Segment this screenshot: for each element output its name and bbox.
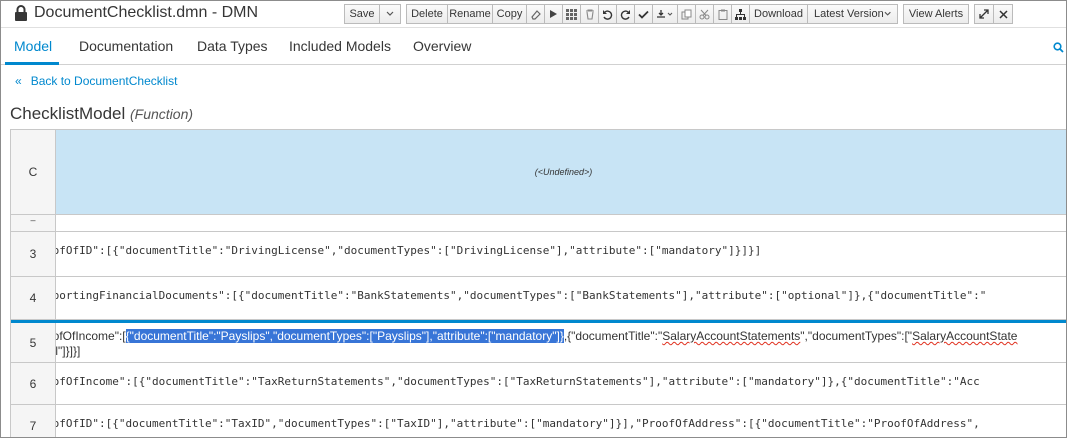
row-expression-editor[interactable]: roofOfIncome":[{"documentTitle":"Payslip… — [56, 323, 1066, 362]
window-title: DocumentChecklist.dmn - DMN — [14, 4, 258, 22]
tab-included-models[interactable]: Included Models — [289, 38, 391, 54]
download-button[interactable]: Download — [749, 4, 808, 24]
download-icon — [657, 10, 673, 18]
undo-button[interactable] — [598, 4, 617, 24]
copy-icon-button[interactable] — [677, 4, 696, 24]
row-text-suffix-a: ,{"documentTitle":" — [563, 329, 663, 343]
window-title-text: DocumentChecklist.dmn - DMN — [34, 4, 259, 21]
function-kind: (Function) — [130, 106, 194, 122]
row-text: oofOfID":[{"documentTitle":"TaxID","docu… — [56, 417, 980, 430]
clipboard-icon — [718, 9, 727, 20]
search-icon[interactable] — [1053, 40, 1064, 58]
sitemap-icon — [735, 8, 746, 20]
grid-icon — [566, 8, 577, 20]
copy-icon — [681, 9, 692, 19]
tab-data-types[interactable]: Data Types — [197, 38, 268, 54]
grid-header-column[interactable]: C — [11, 129, 56, 215]
trash-button[interactable] — [580, 4, 599, 24]
row-text: oofOfIncome":[{"documentTitle":"TaxRetur… — [56, 375, 980, 388]
table-row[interactable]: 4 pportingFinancialDocuments":[{"documen… — [11, 277, 1066, 320]
scissors-icon — [699, 9, 710, 19]
back-link-text: Back to DocumentChecklist — [30, 74, 178, 88]
run-button[interactable] — [544, 4, 563, 24]
eraser-button[interactable] — [526, 4, 545, 24]
toolbar: Save Delete Rename Copy Download Latest … — [344, 4, 1013, 24]
function-name: ChecklistModel — [10, 104, 126, 123]
text-selection: {"documentTitle":"Payslips","documentTyp… — [125, 329, 564, 343]
row-text-prefix: roofOfIncome":[ — [56, 329, 126, 343]
row-number: – — [11, 215, 56, 231]
table-row-editing[interactable]: 5 roofOfIncome":[{"documentTitle":"Paysl… — [11, 320, 1066, 363]
expand-button[interactable] — [974, 4, 994, 24]
double-chevron-left-icon: « — [15, 74, 22, 88]
delete-button[interactable]: Delete — [406, 4, 448, 24]
save-button[interactable]: Save — [344, 4, 380, 24]
editor-window: DocumentChecklist.dmn - DMN Save Delete … — [0, 0, 1067, 438]
hierarchy-button[interactable] — [731, 4, 750, 24]
trash-icon — [585, 8, 594, 20]
lock-icon — [14, 4, 28, 22]
validate-button[interactable] — [634, 4, 653, 24]
latest-version-dropdown[interactable]: Latest Version — [807, 4, 898, 24]
grid-header-expression[interactable]: (<Undefined>) — [56, 129, 1066, 215]
cut-button[interactable] — [695, 4, 714, 24]
back-link[interactable]: « Back to DocumentChecklist — [15, 74, 177, 88]
table-row[interactable]: 3 oofOfID":[{"documentTitle":"DrivingLic… — [11, 232, 1066, 277]
table-row[interactable]: – — [11, 215, 1066, 232]
tab-overview[interactable]: Overview — [413, 38, 471, 54]
close-icon — [998, 9, 1008, 19]
table-row[interactable]: 6 oofOfIncome":[{"documentTitle":"TaxRet… — [11, 363, 1066, 405]
editor-tabs: Model Documentation Data Types Included … — [1, 28, 1066, 65]
undo-icon — [603, 9, 613, 20]
table-row[interactable]: 7 oofOfID":[{"documentTitle":"TaxID","do… — [11, 405, 1066, 437]
expand-icon — [979, 9, 989, 19]
export-dropdown-button[interactable] — [652, 4, 678, 24]
row-text-wrapped: nal"]}]}] — [56, 344, 81, 358]
row-text[interactable]: roofOfIncome":[{"documentTitle":"Payslip… — [56, 329, 1017, 343]
row-text-suffix-c: ","documentTypes":[" — [800, 329, 913, 343]
row-number: 7 — [11, 405, 56, 437]
row-expression[interactable]: oofOfID":[{"documentTitle":"TaxID","docu… — [56, 405, 1066, 437]
row-expression[interactable]: pportingFinancialDocuments":[{"documentT… — [56, 277, 1066, 319]
row-text: oofOfID":[{"documentTitle":"DrivingLicen… — [56, 244, 762, 257]
row-expression[interactable]: oofOfIncome":[{"documentTitle":"TaxRetur… — [56, 363, 1066, 404]
paste-button[interactable] — [713, 4, 732, 24]
latest-version-label: Latest Version — [814, 8, 884, 20]
row-number: 6 — [11, 363, 56, 404]
close-button[interactable] — [993, 4, 1013, 24]
checkmark-icon — [638, 10, 649, 19]
rename-button[interactable]: Rename — [447, 4, 493, 24]
copy-button[interactable]: Copy — [492, 4, 527, 24]
redo-button[interactable] — [616, 4, 635, 24]
play-icon — [550, 10, 557, 18]
row-number: 5 — [11, 323, 56, 362]
chevron-down-icon — [386, 11, 394, 16]
title-bar: DocumentChecklist.dmn - DMN Save Delete … — [1, 1, 1066, 28]
function-title: ChecklistModel (Function) — [10, 104, 193, 124]
row-expression[interactable]: oofOfID":[{"documentTitle":"DrivingLicen… — [56, 232, 1066, 276]
view-alerts-button[interactable]: View Alerts — [903, 4, 969, 24]
active-tab-indicator — [5, 62, 59, 65]
row-number: 3 — [11, 232, 56, 276]
tab-model[interactable]: Model — [14, 38, 52, 54]
eraser-icon — [531, 9, 541, 20]
spellcheck-word: SalaryAccountState — [912, 329, 1018, 343]
grid-button[interactable] — [562, 4, 581, 24]
row-text: pportingFinancialDocuments":[{"documentT… — [56, 289, 987, 302]
row-number: 4 — [11, 277, 56, 319]
spellcheck-word: SalaryAccountStatements — [662, 329, 801, 343]
save-dropdown-button[interactable] — [379, 4, 401, 24]
redo-icon — [620, 9, 630, 20]
chevron-down-icon — [884, 11, 891, 16]
function-grid: C (<Undefined>) – 3 oofOfID":[{"document… — [10, 129, 1066, 437]
tab-documentation[interactable]: Documentation — [79, 38, 173, 54]
